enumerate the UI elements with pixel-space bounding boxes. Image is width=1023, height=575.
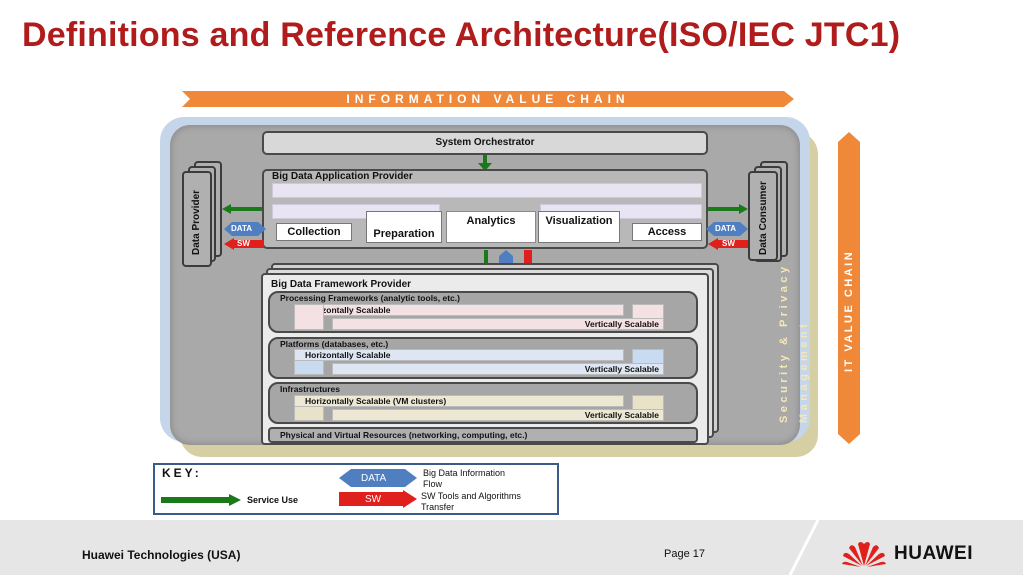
processing-label: Processing Frameworks (analytic tools, e… <box>280 293 460 303</box>
cell-analytics: Analytics <box>446 211 536 243</box>
footer-company: Huawei Technologies (USA) <box>82 548 241 562</box>
key-data-desc-1: Big Data Information <box>423 468 506 478</box>
data-consumer-label: Data Consumer <box>758 181 769 255</box>
platforms-label: Platforms (databases, etc.) <box>280 339 389 349</box>
key-data-desc-2: Flow <box>423 479 443 489</box>
left-data-label: DATA <box>231 224 253 233</box>
huawei-logo-icon <box>842 542 886 567</box>
key-title: KEY: <box>162 466 202 480</box>
platforms-horizontal-label: Horizontally Scalable <box>305 350 391 360</box>
physical-virtual-resources: Physical and Virtual Resources (networki… <box>268 427 698 443</box>
physical-label: Physical and Virtual Resources (networki… <box>280 430 528 440</box>
infra-horizontal-bar: Horizontally Scalable (VM clusters) <box>294 395 624 407</box>
infra-vertical-label: Vertically Scalable <box>584 410 659 420</box>
right-green-arrow <box>708 204 748 214</box>
key-sw-desc-2: Transfer <box>421 502 455 512</box>
infra-vertical-bar: Vertically Scalable <box>332 409 664 421</box>
footer-page-number: Page 17 <box>664 548 705 560</box>
data-provider: Data Provider <box>182 171 212 267</box>
key-green-arrow <box>161 494 241 506</box>
key-data-label: DATA <box>361 473 387 484</box>
system-orchestrator: System Orchestrator <box>262 131 708 155</box>
cell-visualization: Visualization <box>538 211 620 243</box>
processing-horizontal-bar: Horizontally Scalable <box>294 304 624 316</box>
left-green-arrow <box>222 204 262 214</box>
big-data-application-provider: Big Data Application Provider Collection… <box>262 169 708 249</box>
huawei-logo-text: HUAWEI <box>894 543 973 564</box>
right-data-label: DATA <box>715 224 737 233</box>
platforms-horizontal-bar: Horizontally Scalable <box>294 349 624 361</box>
processing-vertical-bar: Vertically Scalable <box>332 318 664 330</box>
data-provider-label: Data Provider <box>191 189 202 255</box>
processing-vertical-label: Vertically Scalable <box>584 319 659 329</box>
security-management-label: Management <box>798 320 810 423</box>
cell-access: Access <box>632 223 702 241</box>
platforms: Platforms (databases, etc.) Horizontally… <box>268 337 698 379</box>
infra-horizontal-label: Horizontally Scalable (VM clusters) <box>305 396 447 406</box>
security-privacy-label: Security & Privacy <box>778 263 790 423</box>
cell-preparation: Preparation <box>366 211 442 243</box>
data-consumer: Data Consumer <box>748 171 778 261</box>
infrastructures-label: Infrastructures <box>280 384 340 394</box>
processing-frameworks: Processing Frameworks (analytic tools, e… <box>268 291 698 333</box>
page-title: Definitions and Reference Architecture(I… <box>22 16 901 54</box>
infrastructures: Infrastructures Horizontally Scalable (V… <box>268 382 698 424</box>
platforms-vertical-bar: Vertically Scalable <box>332 363 664 375</box>
big-data-framework-provider: Big Data Framework Provider Processing F… <box>261 273 709 445</box>
footer-divider <box>788 520 820 575</box>
app-provider-label: Big Data Application Provider <box>272 171 413 182</box>
information-value-chain-label: INFORMATION VALUE CHAIN <box>346 92 630 106</box>
processing-block-left <box>294 304 324 330</box>
framework-label: Big Data Framework Provider <box>271 279 412 290</box>
key-sw-desc-1: SW Tools and Algorithms <box>421 491 521 501</box>
cell-collection: Collection <box>276 223 352 241</box>
it-value-chain-label: IT VALUE CHAIN <box>843 249 855 372</box>
app-bar-1 <box>272 183 702 198</box>
platforms-vertical-label: Vertically Scalable <box>584 364 659 374</box>
left-sw-label: SW <box>237 239 250 248</box>
key-legend: KEY: Service Use DATA SW Big Data Inform… <box>153 463 559 515</box>
key-sw-label: SW <box>365 494 382 505</box>
right-sw-label: SW <box>722 239 735 248</box>
key-service-use: Service Use <box>247 495 299 505</box>
